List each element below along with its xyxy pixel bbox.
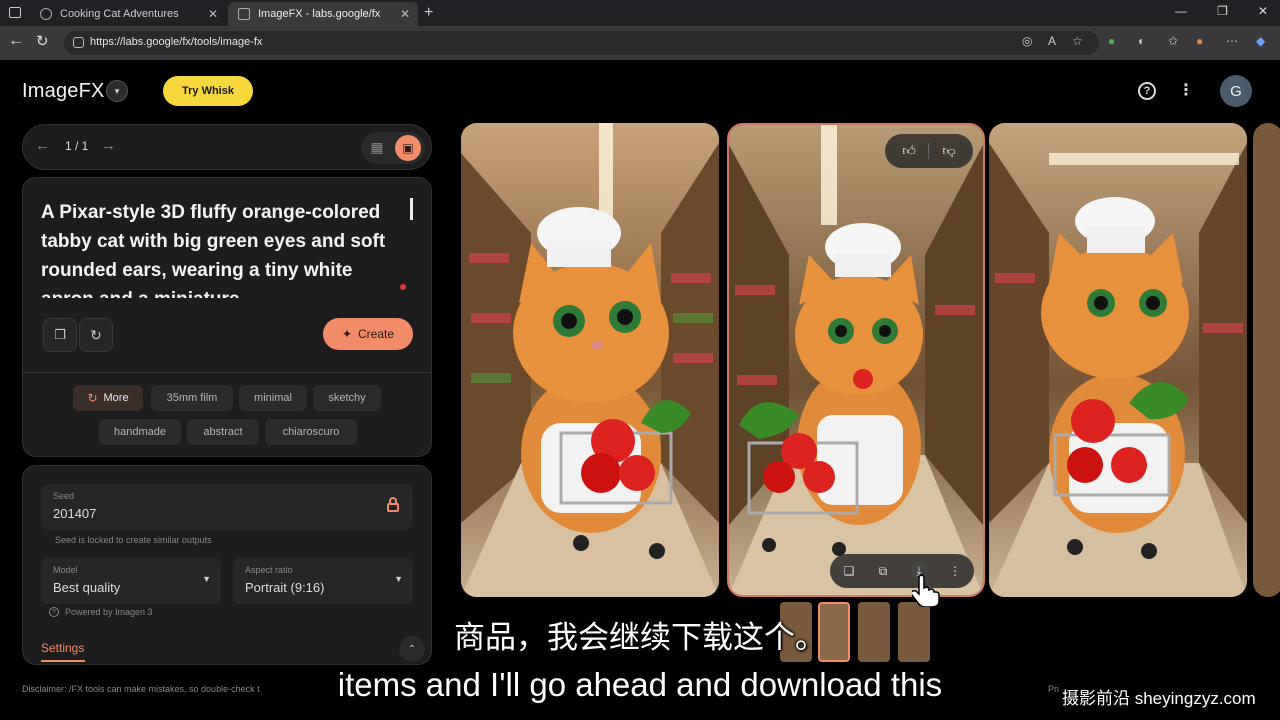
restore-icon[interactable]: ❐ [1217, 4, 1228, 18]
create-button[interactable]: ✦ Create [323, 318, 413, 350]
prompt-panel: A Pixar-style 3D fluffy orange-colored t… [22, 177, 432, 457]
refresh-icon: ↻ [87, 391, 98, 405]
seed-note: Seed is locked to create similar outputs [55, 535, 212, 545]
rating-controls: 👍︎ 👎︎ [885, 134, 973, 168]
page-indicator: 1 / 1 [65, 139, 89, 153]
chip-handmade[interactable]: handmade [99, 419, 181, 445]
image-pager: ← 1 / 1 → ▦ ▣ [22, 124, 432, 170]
grammarly-extension-icon[interactable]: ● [1108, 34, 1115, 48]
chip-label: More [103, 392, 129, 404]
arrow-right-icon[interactable]: → [101, 137, 116, 154]
watermark: 摄影前沿 sheyingzyz.com [1062, 689, 1256, 708]
hand-pointer-cursor-icon [912, 574, 940, 607]
help-icon[interactable]: ? [1138, 82, 1156, 100]
aspect-value: Portrait (9:16) [245, 580, 325, 595]
generated-image-1[interactable] [461, 123, 719, 597]
tab-actions-icon[interactable] [9, 7, 21, 18]
single-view-icon[interactable]: ▣ [395, 135, 421, 161]
bookmark-icon[interactable]: ❏ [840, 562, 858, 580]
globe-icon [40, 8, 52, 20]
url-field[interactable]: https://labs.google/fx/tools/image-fx [64, 31, 1099, 55]
dropdown-caret-icon: ▼ [394, 574, 403, 584]
close-icon[interactable]: ✕ [208, 7, 218, 21]
chip-35mm-film[interactable]: 35mm film [151, 385, 233, 411]
read-aloud-icon[interactable]: A [1048, 34, 1056, 48]
tab-title: Cooking Cat Adventures [60, 8, 179, 20]
chip-minimal[interactable]: minimal [239, 385, 307, 411]
more-vert-icon[interactable]: ⋮ [946, 562, 964, 580]
active-tab-underline [41, 660, 85, 662]
prompt-textarea[interactable]: A Pixar-style 3D fluffy orange-colored t… [41, 198, 403, 298]
chevron-down-icon[interactable]: ▾ [106, 80, 128, 102]
seed-label: Seed [53, 491, 75, 501]
model-select[interactable]: Model Best quality ▼ [41, 558, 221, 604]
extension-icon[interactable]: ◐ [1138, 34, 1145, 48]
avatar[interactable]: G [1220, 75, 1252, 107]
seed-field[interactable]: Seed 201407 [41, 484, 413, 530]
image-action-bar: ❏ ⧉ ⤓ ⋮ [830, 554, 974, 588]
aspect-label: Aspect ratio [245, 565, 293, 575]
address-bar: ← ↻ https://labs.google/fx/tools/image-f… [0, 26, 1280, 60]
reload-icon[interactable]: ↻ [36, 32, 49, 50]
arrow-left-icon[interactable]: ← [35, 137, 50, 154]
profile-icon[interactable]: ● [1196, 34, 1203, 48]
copy-icon[interactable]: ❐ [43, 318, 77, 352]
imagefx-favicon-icon [238, 8, 250, 20]
chip-abstract[interactable]: abstract [187, 419, 259, 445]
seed-value[interactable]: 201407 [53, 506, 96, 521]
close-window-icon[interactable]: ✕ [1258, 4, 1268, 18]
app-logo: ImageFX [22, 80, 105, 102]
divider [928, 143, 929, 159]
new-tab-button[interactable]: + [424, 4, 433, 22]
chip-sketchy[interactable]: sketchy [313, 385, 381, 411]
spellcheck-indicator [400, 284, 406, 290]
grid-view-icon[interactable]: ▦ [369, 139, 385, 155]
copy-image-icon[interactable]: ⧉ [874, 562, 892, 580]
kebab-menu-icon[interactable]: ⋮ [1178, 80, 1194, 100]
text-caret [410, 198, 413, 220]
try-whisk-button[interactable]: Try Whisk [163, 76, 253, 106]
reset-icon[interactable]: ↻ [79, 318, 113, 352]
model-label: Model [53, 565, 78, 575]
thumbs-up-icon[interactable]: 👍︎ [899, 141, 919, 161]
site-info-icon[interactable] [73, 37, 84, 48]
more-icon[interactable]: ⋯ [1226, 34, 1238, 48]
create-label: Create [358, 327, 395, 341]
lock-icon[interactable] [387, 497, 399, 512]
favorite-star-icon[interactable]: ☆ [1072, 34, 1083, 48]
favorites-icon[interactable]: ✩ [1168, 34, 1178, 48]
chip-chiaroscuro[interactable]: chiaroscuro [265, 419, 357, 445]
generated-image-3[interactable] [989, 123, 1247, 597]
subtitle-chinese: 商品，我会继续下载这个。 [454, 620, 826, 656]
url-text[interactable]: https://labs.google/fx/tools/image-fx [90, 36, 262, 48]
close-icon[interactable]: ✕ [400, 7, 410, 21]
generated-image-2[interactable] [727, 123, 985, 597]
back-arrow-icon[interactable]: ← [8, 32, 24, 50]
aspect-ratio-select[interactable]: Aspect ratio Portrait (9:16) ▼ [233, 558, 413, 604]
browser-tab-strip: Cooking Cat Adventures ✕ ImageFX - labs.… [0, 0, 1280, 26]
window-controls: — ❐ ✕ [1175, 4, 1268, 18]
model-value: Best quality [53, 580, 121, 595]
tab-title: ImageFX - labs.google/fx [258, 8, 381, 20]
thumbs-down-icon[interactable]: 👎︎ [939, 141, 959, 161]
browser-tab-cooking-cat[interactable]: Cooking Cat Adventures ✕ [30, 2, 226, 26]
dropdown-caret-icon: ▼ [202, 574, 211, 584]
sparkle-icon: ✦ [341, 327, 353, 341]
minimize-icon[interactable]: — [1175, 4, 1187, 18]
more-chips-button[interactable]: ↻ More [73, 385, 143, 411]
tracking-off-icon[interactable]: ◎ [1022, 34, 1032, 48]
divider [23, 372, 431, 373]
generated-image-4-partial[interactable] [1253, 123, 1280, 597]
browser-tab-imagefx[interactable]: ImageFX - labs.google/fx ✕ [228, 2, 418, 26]
copilot-icon[interactable]: ◆ [1256, 34, 1265, 48]
view-toggle: ▦ ▣ [361, 132, 425, 164]
